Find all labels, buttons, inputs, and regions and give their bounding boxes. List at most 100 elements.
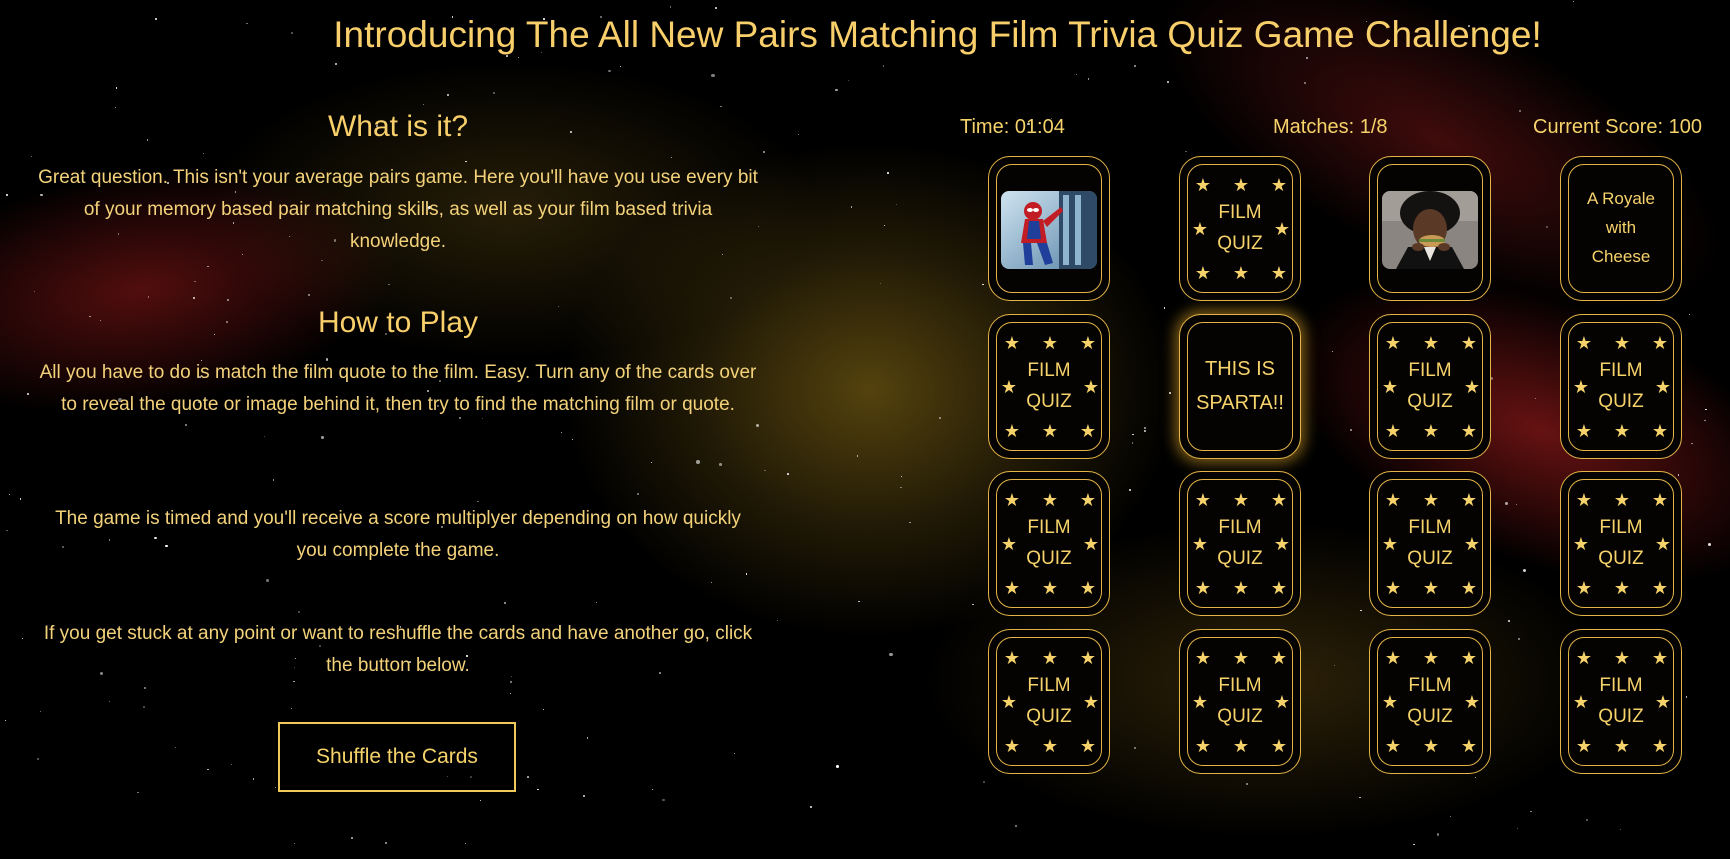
card-back-label: QUIZ <box>1217 548 1263 569</box>
star-icon: ★ <box>1460 333 1478 353</box>
game-card[interactable]: ★ ★ ★ ★ ★ ★ ★ ★ FILM QUIZ <box>1369 629 1491 774</box>
star-icon: ★ <box>1422 421 1440 441</box>
star-icon: ★ <box>1651 736 1669 756</box>
star-icon: ★ <box>1613 421 1631 441</box>
star-icon: ★ <box>1041 578 1059 598</box>
star-icon: ★ <box>1232 263 1250 283</box>
star-icon: ★ <box>1003 648 1021 668</box>
star-icon: ★ <box>1232 736 1250 756</box>
star-icon: ★ <box>1041 333 1059 353</box>
star-icon: ★ <box>1575 333 1593 353</box>
card-quote-text: A Royale <box>1586 189 1656 208</box>
star-icon: ★ <box>1232 578 1250 598</box>
star-icon: ★ <box>1422 490 1440 510</box>
star-icon: ★ <box>1651 578 1669 598</box>
game-card[interactable]: ★ ★ ★ ★ ★ ★ ★ ★ FILM QUIZ <box>988 314 1110 459</box>
star-icon: ★ <box>1460 578 1478 598</box>
star-icon: ★ <box>1232 648 1250 668</box>
star-icon: ★ <box>1613 648 1631 668</box>
star-icon: ★ <box>1232 490 1250 510</box>
card-back-label: QUIZ <box>1407 706 1453 727</box>
star-icon: ★ <box>1651 333 1669 353</box>
game-card[interactable]: ★ ★ ★ ★ ★ ★ ★ ★ FILM QUIZ <box>1560 471 1682 616</box>
card-back-label: FILM <box>1408 360 1452 381</box>
star-icon: ★ <box>1041 490 1059 510</box>
game-card[interactable] <box>1369 156 1491 301</box>
card-quote-text: THIS IS <box>1204 357 1275 380</box>
star-icon: ★ <box>1575 648 1593 668</box>
star-icon: ★ <box>1613 578 1631 598</box>
star-icon: ★ <box>1384 333 1402 353</box>
star-icon: ★ <box>1460 421 1478 441</box>
card-back-label: FILM <box>1218 517 1262 538</box>
star-icon: ★ <box>1270 490 1288 510</box>
star-icon: ★ <box>1079 736 1097 756</box>
game-card[interactable]: ★ ★ ★ ★ ★ ★ ★ ★ FILM QUIZ <box>988 471 1110 616</box>
shuffle-button[interactable]: Shuffle the Cards <box>278 722 516 792</box>
game-card[interactable]: THIS IS SPARTA!! <box>1179 314 1301 459</box>
star-icon: ★ <box>1270 175 1288 195</box>
game-card[interactable] <box>988 156 1110 301</box>
star-icon: ★ <box>1041 648 1059 668</box>
star-icon: ★ <box>1270 263 1288 283</box>
game-card[interactable]: ★ ★ ★ ★ ★ ★ ★ ★ FILM QUIZ <box>1179 471 1301 616</box>
star-icon: ★ <box>1384 421 1402 441</box>
star-icon: ★ <box>1575 578 1593 598</box>
card-back-label: QUIZ <box>1026 706 1072 727</box>
card-back-label: FILM <box>1027 517 1071 538</box>
star-icon: ★ <box>1651 648 1669 668</box>
card-back-label: FILM <box>1027 360 1071 381</box>
star-icon: ★ <box>1041 736 1059 756</box>
star-icon: ★ <box>1460 648 1478 668</box>
star-icon: ★ <box>1194 490 1212 510</box>
star-icon: ★ <box>1422 648 1440 668</box>
time-counter: Time: 01:04 <box>960 116 1065 138</box>
pulp-fiction-image <box>1382 191 1478 269</box>
star-icon: ★ <box>1575 490 1593 510</box>
game-card[interactable]: ★ ★ ★ ★ ★ ★ ★ ★ FILM QUIZ <box>1560 629 1682 774</box>
card-back-label: QUIZ <box>1026 548 1072 569</box>
star-icon: ★ <box>1422 578 1440 598</box>
timed-text: The game is timed and you'll receive a s… <box>55 508 741 561</box>
game-card[interactable]: ★ ★ ★ ★ ★ ★ ★ ★ FILM QUIZ <box>988 629 1110 774</box>
game-card[interactable]: ★ ★ ★ ★ ★ ★ ★ ★ FILM QUIZ <box>1369 471 1491 616</box>
star-icon: ★ <box>1079 421 1097 441</box>
star-icon: ★ <box>1575 421 1593 441</box>
card-back-label: QUIZ <box>1026 391 1072 412</box>
game-card[interactable]: ★ ★ ★ ★ ★ ★ ★ ★ FILM QUIZ <box>1179 629 1301 774</box>
star-icon: ★ <box>1003 578 1021 598</box>
card-back-label: FILM <box>1599 360 1643 381</box>
star-icon: ★ <box>1003 333 1021 353</box>
card-quote-text: SPARTA!! <box>1196 391 1284 414</box>
matches-counter: Matches: 1/8 <box>1273 116 1388 138</box>
card-back-label: FILM <box>1408 517 1452 538</box>
star-icon: ★ <box>1003 490 1021 510</box>
star-icon: ★ <box>1384 736 1402 756</box>
how-heading: How to Play <box>317 306 479 339</box>
star-icon: ★ <box>1232 175 1250 195</box>
star-icon: ★ <box>1422 736 1440 756</box>
star-icon: ★ <box>1003 421 1021 441</box>
card-back-label: FILM <box>1599 675 1643 696</box>
game-card[interactable]: ★ ★ ★ ★ ★ ★ ★ ★ FILM QUIZ <box>1179 156 1301 301</box>
card-back-label: QUIZ <box>1217 233 1263 254</box>
game-card[interactable]: A Royale with Cheese <box>1560 156 1682 301</box>
card-back-label: FILM <box>1599 517 1643 538</box>
star-icon: ★ <box>1041 421 1059 441</box>
game-card[interactable]: ★ ★ ★ ★ ★ ★ ★ ★ FILM QUIZ <box>1369 314 1491 459</box>
card-back-label: QUIZ <box>1598 706 1644 727</box>
star-icon: ★ <box>1651 421 1669 441</box>
card-back-label: FILM <box>1027 675 1071 696</box>
card-back-label: QUIZ <box>1598 391 1644 412</box>
card-back-label: FILM <box>1408 675 1452 696</box>
star-icon: ★ <box>1194 175 1212 195</box>
star-icon: ★ <box>1270 578 1288 598</box>
star-icon: ★ <box>1194 578 1212 598</box>
card-back-label: QUIZ <box>1407 548 1453 569</box>
star-icon: ★ <box>1384 578 1402 598</box>
star-icon: ★ <box>1613 333 1631 353</box>
card-back-label: FILM <box>1218 675 1262 696</box>
star-icon: ★ <box>1194 263 1212 283</box>
page-title: Introducing The All New Pairs Matching F… <box>333 14 1542 55</box>
game-card[interactable]: ★ ★ ★ ★ ★ ★ ★ ★ FILM QUIZ <box>1560 314 1682 459</box>
